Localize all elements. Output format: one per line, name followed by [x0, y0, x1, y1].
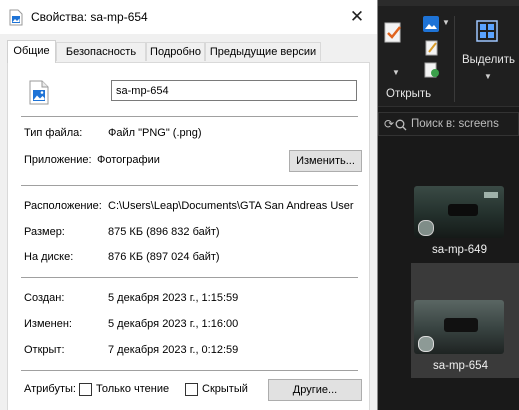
image-file-icon — [9, 9, 23, 26]
history-file-icon[interactable] — [424, 62, 440, 78]
readonly-label[interactable]: Только чтение — [96, 383, 169, 395]
search-icon — [395, 119, 407, 131]
open-dropdown-arrow[interactable]: ▼ — [392, 68, 400, 77]
close-button[interactable]: ✕ — [337, 0, 377, 34]
thumbnail-sa-mp-654[interactable] — [414, 300, 504, 354]
attributes-label: Атрибуты: — [24, 383, 76, 395]
divider — [21, 185, 358, 186]
size-on-disk-value: 876 КБ (897 024 байт) — [108, 251, 220, 263]
open-group-label: Открыть — [386, 88, 432, 100]
edit-checkmark-icon[interactable] — [384, 22, 404, 44]
opened-value: 7 декабря 2023 г., 0:12:59 — [108, 344, 239, 356]
modified-value: 5 декабря 2023 г., 1:16:00 — [108, 318, 239, 330]
size-on-disk-label: На диске: — [24, 251, 74, 263]
advanced-attributes-button[interactable]: Другие... — [268, 379, 362, 401]
thumbnail-label: sa-mp-649 — [432, 244, 487, 256]
readonly-checkbox[interactable] — [79, 383, 92, 396]
created-label: Создан: — [24, 292, 65, 304]
hidden-checkbox[interactable] — [185, 383, 198, 396]
file-type-label: Тип файла: — [24, 127, 83, 139]
file-type-value: Файл "PNG" (.png) — [108, 127, 202, 139]
change-app-button[interactable]: Изменить... — [289, 150, 362, 172]
ribbon-separator — [454, 16, 455, 102]
image-file-icon — [29, 80, 49, 105]
location-value: C:\Users\Leap\Documents\GTA San Andreas … — [108, 200, 354, 212]
properties-dialog: Свойства: sa-mp-654 ✕ Общие Безопасность… — [0, 0, 378, 410]
tab-previous-versions[interactable]: Предыдущие версии — [205, 42, 321, 61]
explorer-search-box[interactable]: Поиск в: screens — [378, 112, 519, 136]
select-dropdown-arrow[interactable]: ▼ — [484, 72, 492, 81]
hidden-label[interactable]: Скрытый — [202, 383, 248, 395]
tab-general[interactable]: Общие — [7, 40, 56, 63]
thumbnail-label: sa-mp-654 — [433, 360, 488, 372]
file-name-input[interactable] — [111, 80, 357, 101]
explorer-ribbon: ▼ ▼ Открыть Выделить ▼ — [370, 6, 519, 107]
size-label: Размер: — [24, 226, 65, 238]
tab-details[interactable]: Подробно — [146, 42, 205, 61]
select-grid-icon[interactable] — [476, 20, 498, 42]
photo-dropdown-arrow[interactable]: ▼ — [442, 18, 450, 27]
close-icon: ✕ — [349, 7, 365, 26]
refresh-icon[interactable]: ⟳ — [384, 117, 394, 131]
size-value: 875 КБ (896 832 байт) — [108, 226, 220, 238]
application-value: Фотографии — [97, 154, 160, 166]
photo-app-icon[interactable] — [423, 16, 439, 32]
edit-file-icon[interactable] — [425, 40, 439, 56]
modified-label: Изменен: — [24, 318, 72, 330]
window-title: Свойства: sa-mp-654 — [31, 10, 148, 24]
select-button-label[interactable]: Выделить — [462, 54, 515, 66]
title-bar[interactable]: Свойства: sa-mp-654 ✕ — [0, 0, 377, 34]
divider — [21, 116, 358, 117]
divider — [21, 370, 358, 371]
application-label: Приложение: — [24, 154, 92, 166]
search-placeholder: Поиск в: screens — [411, 118, 499, 130]
opened-label: Открыт: — [24, 344, 65, 356]
thumbnail-sa-mp-649[interactable] — [414, 186, 504, 238]
tab-security[interactable]: Безопасность — [56, 42, 146, 61]
divider — [21, 277, 358, 278]
location-label: Расположение: — [24, 200, 102, 212]
created-value: 5 декабря 2023 г., 1:15:59 — [108, 292, 239, 304]
